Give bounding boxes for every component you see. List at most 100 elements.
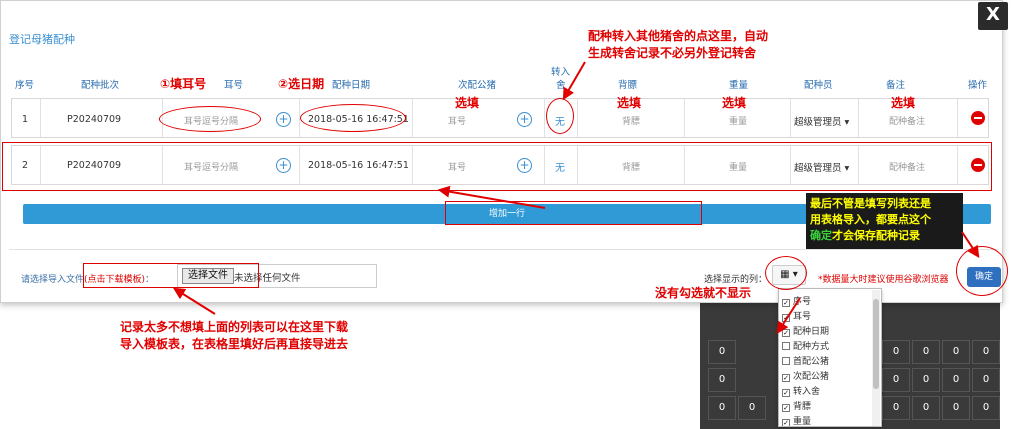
annotation-unchecked: 没有勾选就不显示 (655, 286, 752, 300)
weight-input[interactable]: 重量 (729, 114, 747, 127)
background-cell: 0 (708, 340, 736, 364)
header-remark: 备注 (886, 80, 906, 91)
header-weight: 重量 (729, 80, 749, 91)
tip-line: 最后不管是填写列表还是 (810, 197, 931, 210)
checkbox-checked-icon[interactable]: ✓ (782, 374, 790, 382)
footer-divider (9, 249, 999, 250)
annotation-transfer-2: 生成转舍记录不必另外登记转舍 (588, 46, 757, 60)
annotation-optional: 选填 (891, 96, 916, 110)
background-cell: 0 (912, 340, 940, 364)
checkbox-checked-icon[interactable]: ✓ (782, 314, 790, 322)
annotation-box (83, 263, 259, 288)
column-option[interactable]: ✓ 背膘 (782, 399, 811, 412)
columns-dropdown: ✓ 序号 ✓ 耳号 ✓ 配种日期 配种方式 首配公猪 ✓ 次配公猪 ✓ 转入舍 ✓ 背膘 ✓… (778, 288, 882, 427)
annotation-optional: 选填 (455, 96, 480, 110)
annotation-optional: 选填 (722, 96, 747, 110)
header-date: 配种日期 (332, 80, 371, 91)
add-ear-icon[interactable]: + (276, 112, 291, 127)
background-cell: 0 (972, 396, 1000, 420)
column-option[interactable]: ✓ 序号 (782, 294, 811, 307)
browser-warning: *数据量大时建议使用谷歌浏览器 (818, 275, 949, 285)
annotation-box (2, 142, 992, 191)
dropdown-scroll-thumb[interactable] (873, 299, 879, 389)
column-option-label: 首配公猪 (793, 357, 830, 367)
column-option[interactable]: ✓ 配种日期 (782, 324, 829, 337)
column-option[interactable]: ✓ 重量 (782, 414, 812, 427)
background-cell: 0 (942, 340, 970, 364)
header-action: 操作 (968, 80, 988, 91)
header-breeder: 配种员 (804, 80, 833, 91)
header-transfer-2: 舍 (556, 80, 566, 91)
annotation-box (445, 201, 702, 225)
caret-down-icon: ▾ (844, 117, 850, 128)
background-cell: 0 (972, 340, 1000, 364)
add-boar-icon[interactable]: + (517, 112, 532, 127)
row-seq: 1 (22, 114, 29, 125)
background-cell: 0 (942, 396, 970, 420)
background-cell: 0 (738, 396, 766, 420)
column-option-label: 背膘 (793, 402, 812, 412)
checkbox-checked-icon[interactable]: ✓ (782, 389, 790, 397)
background-cell: 0 (912, 396, 940, 420)
annotation-optional: 选填 (617, 96, 642, 110)
column-option[interactable]: ✓ 转入舍 (782, 384, 820, 397)
annotation-import-2: 导入模板表，在表格里填好后再直接导进去 (120, 337, 349, 351)
header-boar: 次配公猪 (458, 80, 497, 91)
checkbox-unchecked-icon[interactable] (782, 342, 790, 350)
header-ear: 耳号 (224, 80, 244, 91)
column-option-label: 重量 (793, 417, 812, 427)
breeder-value: 超级管理员 (794, 117, 842, 128)
column-option[interactable]: 首配公猪 (782, 354, 829, 367)
table-row: 1 P20240709 耳号逗号分隔 + 2018-05-16 16:47:51… (11, 98, 989, 138)
column-option[interactable]: 配种方式 (782, 339, 829, 352)
column-option-label: 转入舍 (793, 387, 821, 397)
annotation-fill-ear: ①填耳号 (160, 77, 207, 91)
background-cell: 0 (972, 368, 1000, 392)
tip-line: 用表格导入，都要点这个 (810, 213, 931, 226)
backfat-input[interactable]: 背膘 (622, 114, 640, 127)
annotation-ellipse (956, 246, 1008, 296)
header-batch: 配种批次 (81, 80, 120, 91)
column-option-label: 配种日期 (793, 327, 830, 337)
column-option-label: 配种方式 (793, 342, 830, 352)
remove-row-icon[interactable] (971, 111, 985, 125)
annotation-import-1: 记录太多不想填上面的列表可以在这里下载 (120, 320, 349, 334)
annotation-transfer-1: 配种转入其他猪舍的点这里，自动 (588, 29, 769, 43)
tip-highlight: 确定 (810, 229, 832, 242)
header-transfer: 转入 (551, 67, 571, 78)
background-cell: 0 (942, 368, 970, 392)
background-cell: 0 (708, 396, 736, 420)
tip-text: 才会保存配种记录 (832, 229, 920, 242)
checkbox-unchecked-icon[interactable] (782, 357, 790, 365)
column-option[interactable]: ✓ 次配公猪 (782, 369, 829, 382)
header-backfat: 背膘 (618, 80, 638, 91)
column-option-label: 序号 (793, 297, 812, 307)
column-option-label: 次配公猪 (793, 372, 830, 382)
annotation-ellipse (159, 106, 261, 132)
annotation-ellipse (765, 256, 807, 290)
boar-input[interactable]: 耳号 (448, 114, 466, 127)
annotation-ellipse (300, 104, 406, 132)
background-cell: 0 (912, 368, 940, 392)
column-option-label: 耳号 (793, 312, 812, 322)
import-label-text: 请选择导入文件 (21, 275, 85, 285)
tip-line: 确定才会保存配种记录 (810, 228, 959, 244)
row-batch: P20240709 (67, 114, 122, 125)
checkbox-checked-icon[interactable]: ✓ (782, 299, 790, 307)
annotation-pick-date: ②选日期 (278, 77, 325, 91)
background-cell: 0 (882, 368, 910, 392)
remark-input[interactable]: 配种备注 (889, 114, 925, 127)
close-icon[interactable]: X (978, 2, 1008, 30)
background-cell: 0 (882, 396, 910, 420)
background-cell: 0 (882, 340, 910, 364)
modal-title: 登记母猪配种 (9, 33, 75, 46)
column-option[interactable]: ✓ 耳号 (782, 309, 811, 322)
checkbox-checked-icon[interactable]: ✓ (782, 329, 790, 337)
header-seq: 序号 (15, 80, 35, 91)
background-cell: 0 (708, 368, 736, 392)
checkbox-checked-icon[interactable]: ✓ (782, 404, 790, 412)
annotation-ellipse (546, 98, 574, 134)
annotation-tip-box: 最后不管是填写列表还是 用表格导入，都要点这个 确定才会保存配种记录 (806, 193, 963, 249)
checkbox-checked-icon[interactable]: ✓ (782, 419, 790, 426)
breeder-select[interactable]: 超级管理员 ▾ (794, 114, 849, 128)
